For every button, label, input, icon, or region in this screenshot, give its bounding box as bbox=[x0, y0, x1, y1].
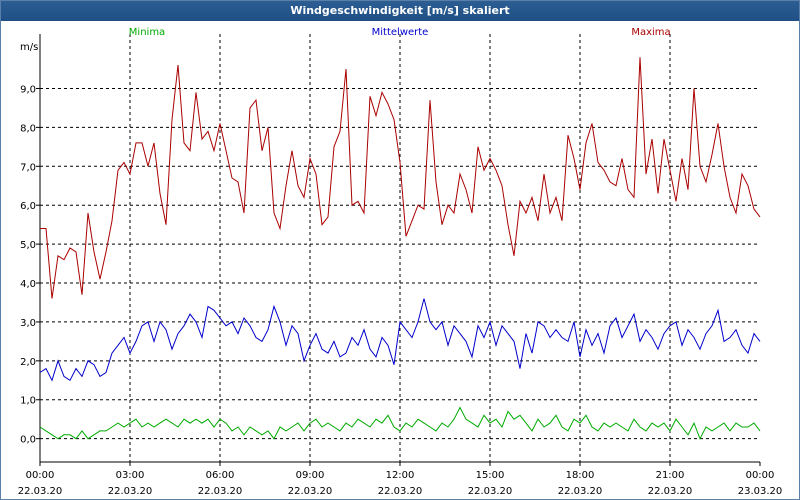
x-tick-label-time: 09:00 bbox=[296, 470, 325, 481]
legend: Minima Mittelwerte Maxima bbox=[129, 27, 671, 38]
y-tick-label: 4,0 bbox=[20, 279, 36, 290]
x-tick-label-date: 22.03.20 bbox=[468, 486, 513, 497]
y-tick-label: 0,0 bbox=[20, 435, 36, 446]
y-tick-label: 1,0 bbox=[20, 396, 36, 407]
y-tick-label: 2,0 bbox=[20, 357, 36, 368]
axes bbox=[36, 34, 761, 466]
x-tick-label-time: 00:00 bbox=[746, 470, 775, 481]
x-tick-label-time: 21:00 bbox=[656, 470, 685, 481]
y-axis-label: m/s bbox=[20, 42, 38, 53]
x-tick-label-date: 22.03.20 bbox=[288, 486, 333, 497]
legend-mittelwerte: Mittelwerte bbox=[372, 27, 429, 38]
y-tick-label: 9,0 bbox=[20, 84, 36, 95]
x-tick-label-date: 22.03.20 bbox=[108, 486, 153, 497]
legend-minima: Minima bbox=[129, 27, 165, 38]
x-tick-label-date: 22.03.20 bbox=[378, 486, 423, 497]
x-tick-label-time: 15:00 bbox=[476, 470, 505, 481]
y-tick-label: 5,0 bbox=[20, 240, 36, 251]
y-tick-label: 8,0 bbox=[20, 123, 36, 134]
y-tick-label: 7,0 bbox=[20, 162, 36, 173]
x-tick-label-date: 22.03.20 bbox=[558, 486, 603, 497]
chart-plot: 0,0 1,0 2,0 3,0 4,0 5,0 6,0 7,0 8,0 9,0 00:00 22.0… bbox=[18, 27, 783, 497]
y-tick-label: 6,0 bbox=[20, 201, 36, 212]
x-tick-label-time: 00:00 bbox=[26, 470, 55, 481]
x-tick-label-time: 03:00 bbox=[116, 470, 145, 481]
y-tick-labels: 0,0 1,0 2,0 3,0 4,0 5,0 6,0 7,0 8,0 9,0 bbox=[20, 84, 36, 445]
legend-maxima: Maxima bbox=[631, 27, 670, 38]
y-tick-label: 3,0 bbox=[20, 318, 36, 329]
x-tick-label-date: 23.03.20 bbox=[738, 486, 783, 497]
x-tick-label-time: 18:00 bbox=[566, 470, 595, 481]
x-tick-label-date: 22.03.20 bbox=[18, 486, 63, 497]
x-tick-label-time: 06:00 bbox=[206, 470, 235, 481]
x-tick-label-time: 12:00 bbox=[386, 470, 415, 481]
x-tick-label-date: 22.03.20 bbox=[648, 486, 693, 497]
x-tick-labels: 00:00 22.03.20 03:00 22.03.20 06:00 22.03.20 0… bbox=[18, 470, 783, 497]
gridlines bbox=[40, 34, 760, 462]
x-tick-label-date: 22.03.20 bbox=[198, 486, 243, 497]
